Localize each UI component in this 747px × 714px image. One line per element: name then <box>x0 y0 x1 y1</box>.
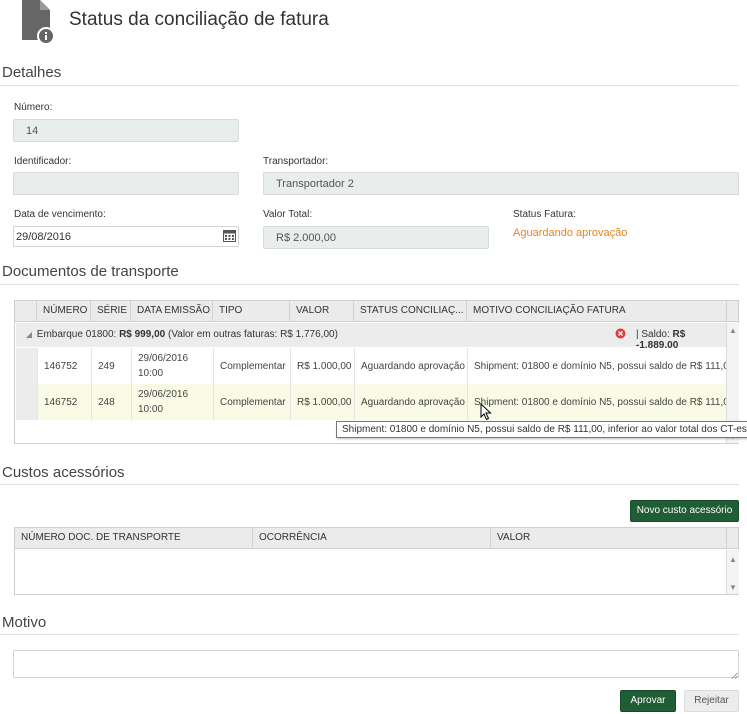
cell-serie: 248 <box>91 384 131 420</box>
row-indent <box>16 348 37 384</box>
status-fatura-value: Aguardando aprovação <box>513 227 628 239</box>
cell-serie: 249 <box>91 348 131 384</box>
page-title: Status da conciliação de fatura <box>69 9 329 30</box>
column-header-ocorrencia[interactable]: OCORRÊNCIA <box>252 528 490 549</box>
divider <box>0 484 739 485</box>
grid-header: NÚMERO SÉRIE DATA EMISSÃO TIPO VALOR STA… <box>15 301 738 322</box>
cell-data-emissao: 29/06/2016 10:00 <box>131 348 213 384</box>
table-row[interactable]: 146752 249 29/06/2016 10:00 Complementar… <box>16 348 727 384</box>
grid-header-scroll-spacer <box>726 528 739 549</box>
column-header-data-emissao[interactable]: DATA EMISSÃO <box>130 301 212 322</box>
numero-field[interactable]: 14 <box>13 119 239 142</box>
transportador-field[interactable]: Transportador 2 <box>263 172 739 195</box>
status-fatura-label: Status Fatura: <box>513 209 576 220</box>
data-emissao-time: 10:00 <box>138 368 164 379</box>
column-header-status[interactable]: STATUS CONCILIAÇ... <box>353 301 466 322</box>
resize-handle-icon[interactable] <box>731 670 738 679</box>
column-header-serie[interactable]: SÉRIE <box>90 301 130 322</box>
column-header-motivo[interactable]: MOTIVO CONCILIAÇÃO FATURA <box>466 301 726 322</box>
mouse-cursor-icon <box>480 402 492 421</box>
vencimento-input[interactable]: 29/08/2016 <box>13 226 239 247</box>
transportador-label: Transportador: <box>263 156 329 167</box>
valor-total-field[interactable]: R$ 2.000,00 <box>263 226 489 249</box>
vencimento-label: Data de vencimento: <box>14 209 106 220</box>
identificador-label: Identificador: <box>14 156 72 167</box>
section-title-motivo: Motivo <box>2 614 47 631</box>
column-header-tipo[interactable]: TIPO <box>212 301 289 322</box>
cell-motivo: Shipment: 01800 e domínio N5, possui sal… <box>467 348 727 384</box>
group-suffix: (Valor em outras faturas: R$ 1.776,00) <box>165 329 338 340</box>
grid-scrollbar[interactable]: ▲ ▼ <box>726 550 739 594</box>
collapse-triangle-icon[interactable]: ◢ <box>24 330 34 339</box>
section-title-detalhes: Detalhes <box>2 64 62 81</box>
section-title-custos: Custos acessórios <box>2 464 125 481</box>
grid-header: NÚMERO DOC. DE TRANSPORTE OCORRÊNCIA VAL… <box>15 528 738 549</box>
column-header-numero-doc[interactable]: NÚMERO DOC. DE TRANSPORTE <box>15 528 252 549</box>
divider <box>0 634 739 635</box>
group-amount: R$ 999,00 <box>119 329 166 340</box>
motivo-tooltip: Shipment: 01800 e domínio N5, possui sal… <box>336 421 747 438</box>
novo-custo-acessorio-button[interactable]: Novo custo acessório <box>630 500 739 522</box>
table-row[interactable]: 146752 248 29/06/2016 10:00 Complementar… <box>16 384 727 420</box>
rejeitar-button[interactable]: Rejeitar <box>684 690 739 712</box>
error-icon <box>615 328 626 339</box>
cell-tipo: Complementar <box>213 348 290 384</box>
numero-label: Número: <box>14 102 53 113</box>
grid-header-expander <box>15 301 36 322</box>
group-row[interactable]: ◢ Embarque 01800: R$ 999,00 (Valor em ou… <box>16 323 726 351</box>
cell-status: Aguardando aprovação <box>354 384 467 420</box>
vencimento-value: 29/08/2016 <box>16 231 72 243</box>
cell-numero: 146752 <box>37 348 91 384</box>
cell-numero: 146752 <box>37 384 91 420</box>
cell-data-emissao: 29/06/2016 10:00 <box>131 384 213 420</box>
scroll-up-icon[interactable]: ▲ <box>727 555 739 564</box>
motivo-textarea[interactable] <box>13 650 739 678</box>
document-info-icon <box>20 0 56 45</box>
data-emissao-time: 10:00 <box>138 404 164 415</box>
group-prefix: Embarque 01800: <box>36 329 120 340</box>
saldo-label: | Saldo: <box>636 329 673 340</box>
cell-tipo: Complementar <box>213 384 290 420</box>
data-emissao-date: 29/06/2016 <box>138 353 189 364</box>
column-header-valor[interactable]: VALOR <box>289 301 353 322</box>
divider <box>0 284 739 285</box>
row-indent <box>16 384 37 420</box>
cell-valor: R$ 1.000,00 <box>290 348 354 384</box>
valor-total-label: Valor Total: <box>263 209 313 220</box>
grid-header-scroll-spacer <box>726 301 739 322</box>
cell-motivo: Shipment: 01800 e domínio N5, possui sal… <box>467 384 727 420</box>
custos-grid: NÚMERO DOC. DE TRANSPORTE OCORRÊNCIA VAL… <box>14 527 739 595</box>
column-header-numero[interactable]: NÚMERO <box>36 301 90 322</box>
calendar-icon[interactable] <box>223 229 236 242</box>
data-emissao-date: 29/06/2016 <box>138 389 189 400</box>
scroll-down-icon[interactable]: ▼ <box>727 583 739 592</box>
cell-valor: R$ 1.000,00 <box>290 384 354 420</box>
column-header-valor[interactable]: VALOR <box>490 528 726 549</box>
section-title-documentos: Documentos de transporte <box>2 263 179 280</box>
identificador-field[interactable] <box>13 172 239 195</box>
aprovar-button[interactable]: Aprovar <box>620 690 676 712</box>
divider <box>0 85 739 86</box>
cell-status: Aguardando aprovação <box>354 348 467 384</box>
scroll-up-icon[interactable]: ▲ <box>727 326 739 335</box>
